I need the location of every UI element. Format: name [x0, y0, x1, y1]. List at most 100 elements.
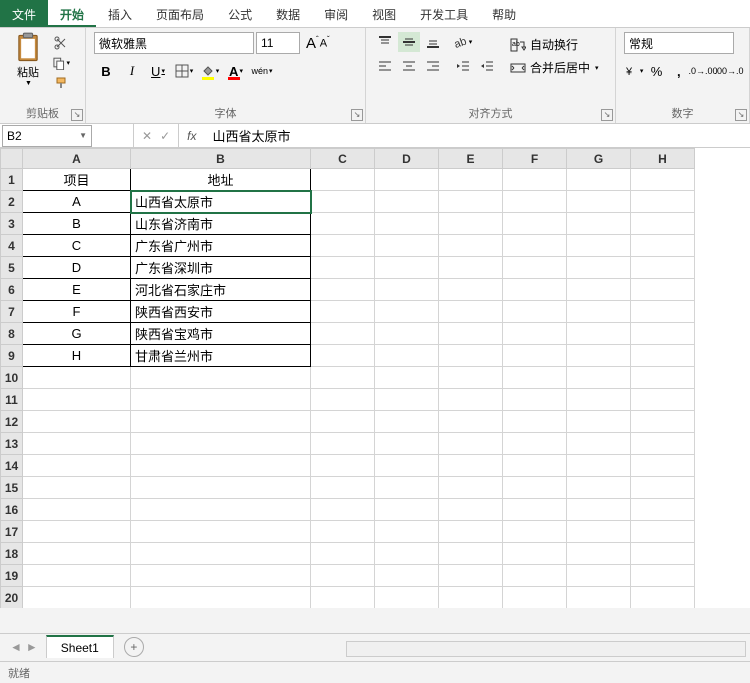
align-bottom-button[interactable] — [422, 32, 444, 52]
comma-format-button[interactable]: , — [669, 60, 689, 82]
cell-D12[interactable] — [375, 411, 439, 433]
cell-A1[interactable]: 项目 — [23, 169, 131, 191]
row-header-18[interactable]: 18 — [1, 543, 23, 565]
column-header-E[interactable]: E — [439, 149, 503, 169]
grow-font-button[interactable]: Aˆ — [306, 35, 319, 52]
cell-F10[interactable] — [503, 367, 567, 389]
cut-button[interactable] — [52, 34, 70, 52]
sheet-nav-next[interactable]: ► — [26, 640, 38, 654]
cell-G1[interactable] — [567, 169, 631, 191]
cell-H14[interactable] — [631, 455, 695, 477]
cell-E20[interactable] — [439, 587, 503, 609]
cell-G10[interactable] — [567, 367, 631, 389]
align-left-button[interactable] — [374, 56, 396, 76]
currency-format-button[interactable]: ¥▾ — [624, 60, 644, 82]
cell-F5[interactable] — [503, 257, 567, 279]
cell-E2[interactable] — [439, 191, 503, 213]
cell-B7[interactable]: 陕西省西安市 — [131, 301, 311, 323]
row-header-8[interactable]: 8 — [1, 323, 23, 345]
cell-C20[interactable] — [311, 587, 375, 609]
cell-F9[interactable] — [503, 345, 567, 367]
number-launcher[interactable]: ↘ — [735, 109, 747, 121]
cell-F14[interactable] — [503, 455, 567, 477]
cell-A16[interactable] — [23, 499, 131, 521]
menu-insert[interactable]: 插入 — [96, 0, 144, 27]
select-all-corner[interactable] — [1, 149, 23, 169]
italic-button[interactable]: I — [120, 60, 144, 82]
cell-F11[interactable] — [503, 389, 567, 411]
cell-C4[interactable] — [311, 235, 375, 257]
cell-E1[interactable] — [439, 169, 503, 191]
cell-C5[interactable] — [311, 257, 375, 279]
cell-B8[interactable]: 陕西省宝鸡市 — [131, 323, 311, 345]
cell-C7[interactable] — [311, 301, 375, 323]
cell-H16[interactable] — [631, 499, 695, 521]
cell-H10[interactable] — [631, 367, 695, 389]
border-button[interactable]: ▾ — [172, 60, 196, 82]
percent-format-button[interactable]: % — [646, 60, 666, 82]
wrap-text-button[interactable]: ab 自动换行 — [510, 36, 599, 53]
align-center-button[interactable] — [398, 56, 420, 76]
cell-C10[interactable] — [311, 367, 375, 389]
row-header-13[interactable]: 13 — [1, 433, 23, 455]
cell-C17[interactable] — [311, 521, 375, 543]
cell-C11[interactable] — [311, 389, 375, 411]
cell-D4[interactable] — [375, 235, 439, 257]
cell-D8[interactable] — [375, 323, 439, 345]
cell-G16[interactable] — [567, 499, 631, 521]
copy-button[interactable]: ▾ — [52, 54, 70, 72]
cell-B18[interactable] — [131, 543, 311, 565]
cell-D17[interactable] — [375, 521, 439, 543]
phonetic-button[interactable]: wén▾ — [250, 60, 274, 82]
cell-H18[interactable] — [631, 543, 695, 565]
column-header-F[interactable]: F — [503, 149, 567, 169]
cell-E11[interactable] — [439, 389, 503, 411]
cell-F7[interactable] — [503, 301, 567, 323]
row-header-5[interactable]: 5 — [1, 257, 23, 279]
bold-button[interactable]: B — [94, 60, 118, 82]
cell-H6[interactable] — [631, 279, 695, 301]
menu-help[interactable]: 帮助 — [480, 0, 528, 27]
format-painter-button[interactable] — [52, 74, 70, 92]
row-header-17[interactable]: 17 — [1, 521, 23, 543]
cell-C15[interactable] — [311, 477, 375, 499]
cell-F3[interactable] — [503, 213, 567, 235]
cell-G7[interactable] — [567, 301, 631, 323]
cell-A9[interactable]: H — [23, 345, 131, 367]
cell-D20[interactable] — [375, 587, 439, 609]
cell-A20[interactable] — [23, 587, 131, 609]
cell-E4[interactable] — [439, 235, 503, 257]
cell-E3[interactable] — [439, 213, 503, 235]
row-header-10[interactable]: 10 — [1, 367, 23, 389]
cell-H20[interactable] — [631, 587, 695, 609]
cell-B14[interactable] — [131, 455, 311, 477]
cell-D18[interactable] — [375, 543, 439, 565]
cell-A10[interactable] — [23, 367, 131, 389]
cell-F19[interactable] — [503, 565, 567, 587]
cell-E8[interactable] — [439, 323, 503, 345]
cell-E7[interactable] — [439, 301, 503, 323]
cell-D3[interactable] — [375, 213, 439, 235]
sheet-tab-sheet1[interactable]: Sheet1 — [46, 635, 114, 658]
cell-D16[interactable] — [375, 499, 439, 521]
menu-home[interactable]: 开始 — [48, 0, 96, 27]
cell-G5[interactable] — [567, 257, 631, 279]
merge-center-button[interactable]: 合并后居中▾ — [510, 59, 599, 76]
cell-E18[interactable] — [439, 543, 503, 565]
row-header-12[interactable]: 12 — [1, 411, 23, 433]
cell-C13[interactable] — [311, 433, 375, 455]
cell-A19[interactable] — [23, 565, 131, 587]
cell-B9[interactable]: 甘肃省兰州市 — [131, 345, 311, 367]
formula-input[interactable] — [204, 124, 750, 147]
cell-D9[interactable] — [375, 345, 439, 367]
cell-B10[interactable] — [131, 367, 311, 389]
row-header-14[interactable]: 14 — [1, 455, 23, 477]
cell-B17[interactable] — [131, 521, 311, 543]
cell-B12[interactable] — [131, 411, 311, 433]
cell-H11[interactable] — [631, 389, 695, 411]
row-header-7[interactable]: 7 — [1, 301, 23, 323]
cell-G13[interactable] — [567, 433, 631, 455]
cell-F15[interactable] — [503, 477, 567, 499]
cell-E9[interactable] — [439, 345, 503, 367]
cell-C14[interactable] — [311, 455, 375, 477]
